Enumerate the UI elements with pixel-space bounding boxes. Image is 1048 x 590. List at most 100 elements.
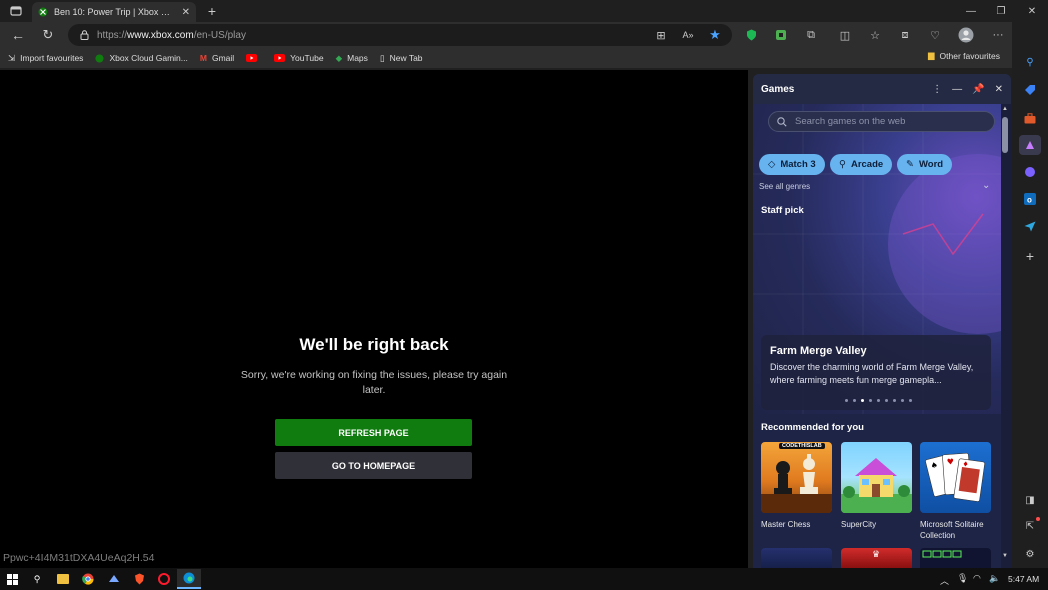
game-name-master-chess[interactable]: Master Chess <box>761 519 839 530</box>
app-available-icon[interactable]: ⊞ <box>650 24 672 46</box>
tray-wifi-icon[interactable]: ◠ <box>973 573 981 584</box>
taskbar-search-icon[interactable]: ⚲ <box>29 571 45 587</box>
extension-shield-icon[interactable] <box>740 24 762 46</box>
playing-cards-icon: ♠ ♥ ♦ <box>925 452 985 502</box>
address-bar[interactable]: https://www.xbox.com/en-US/play <box>68 24 732 46</box>
send-to-device-icon[interactable] <box>1021 217 1039 235</box>
restore-icon[interactable]: ❐ <box>985 0 1017 22</box>
shopping-tag-icon[interactable] <box>1021 81 1039 99</box>
edge-sidebar <box>1012 22 1048 568</box>
extensions-puzzle-icon[interactable]: ⧉ <box>800 24 822 46</box>
fav-youtube[interactable]: YouTube <box>274 53 324 63</box>
see-all-genres-link[interactable]: See all genres <box>759 182 810 191</box>
favourites-bar: ⇲ Import favourites Xbox Cloud Gamin... M… <box>0 48 1012 68</box>
scroll-up-icon[interactable]: ▲ <box>1002 106 1008 112</box>
carousel-dot[interactable] <box>901 399 904 402</box>
sidebar-settings-icon[interactable]: ⚙ <box>1021 545 1039 563</box>
lock-icon <box>80 30 89 40</box>
game-tile-solitaire[interactable]: ♠ ♥ ♦ <box>920 442 991 513</box>
tools-briefcase-icon[interactable] <box>1021 109 1039 127</box>
tab-close-icon[interactable]: ✕ <box>182 7 190 18</box>
file-explorer-icon[interactable] <box>55 571 71 587</box>
copilot-circle-icon[interactable] <box>1021 163 1039 181</box>
profile-avatar-icon[interactable] <box>955 24 977 46</box>
games-panel-title: Games <box>761 83 795 95</box>
refresh-icon[interactable]: ↻ <box>37 24 59 46</box>
favourite-star-icon[interactable]: ★ <box>704 24 726 46</box>
carousel-dot[interactable] <box>861 399 864 402</box>
tray-volume-icon[interactable]: 🔈 <box>989 573 1000 584</box>
outlook-icon[interactable]: o <box>1021 190 1039 208</box>
game-tile-partial[interactable] <box>920 548 991 568</box>
fav-import[interactable]: ⇲ Import favourites <box>8 53 83 64</box>
app-icon[interactable] <box>106 571 122 587</box>
fav-xbox[interactable]: Xbox Cloud Gamin... <box>95 53 188 63</box>
genre-word-chip[interactable]: ✎ Word <box>897 154 953 175</box>
carousel-dot[interactable] <box>845 399 848 402</box>
read-aloud-icon[interactable]: A» <box>677 24 699 46</box>
tray-microphone-icon[interactable]: 🎙 <box>957 573 968 584</box>
tab-actions-icon[interactable] <box>0 0 32 22</box>
browser-essentials-icon[interactable]: ♡ <box>924 24 946 46</box>
windows-start-icon[interactable] <box>4 571 20 587</box>
fav-new-tab[interactable]: ▯ New Tab <box>380 53 423 64</box>
game-tile-partial[interactable] <box>761 548 832 568</box>
hide-sidebar-icon[interactable]: ◨ <box>1021 491 1039 509</box>
split-screen-icon[interactable]: ◫ <box>834 24 856 46</box>
taskbar-clock[interactable]: 5:47 AM <box>1008 574 1039 584</box>
panel-pin-icon[interactable]: 📌 <box>972 84 984 95</box>
genre-match3-chip[interactable]: ◇ Match 3 <box>759 154 825 175</box>
refresh-page-button[interactable]: REFRESH PAGE <box>275 419 472 446</box>
close-window-icon[interactable]: ✕ <box>1016 0 1048 22</box>
game-tile-supercity[interactable] <box>841 442 912 513</box>
brave-icon[interactable] <box>131 571 147 587</box>
carousel-dot[interactable] <box>869 399 872 402</box>
word-icon: ✎ <box>906 159 914 170</box>
fav-gmail[interactable]: M Gmail <box>200 53 234 63</box>
chrome-icon[interactable] <box>80 571 96 587</box>
tab-xbox-cloud-gaming[interactable]: Ben 10: Power Trip | Xbox Cloud Gaming ✕ <box>32 2 196 22</box>
game-name-supercity[interactable]: SuperCity <box>841 519 919 530</box>
codethislab-badge: CODETHISLAB <box>779 443 825 449</box>
carousel-dot[interactable] <box>853 399 856 402</box>
search-icon[interactable]: ⚲ <box>1021 53 1039 71</box>
house-icon <box>841 458 912 513</box>
add-sidebar-app-icon[interactable]: + <box>1021 247 1039 265</box>
new-tab-icon[interactable]: + <box>196 0 228 22</box>
notification-dot <box>1036 517 1040 521</box>
panel-more-icon[interactable]: ⋮ <box>932 84 942 95</box>
back-icon[interactable]: ← <box>7 24 29 46</box>
panel-minimize-icon[interactable]: — <box>952 84 962 95</box>
panel-close-icon[interactable]: ✕ <box>995 84 1003 95</box>
chevron-down-icon[interactable]: ⌄ <box>982 180 990 191</box>
opera-icon[interactable] <box>156 571 172 587</box>
game-tile-partial[interactable]: ♛ <box>841 548 912 568</box>
panel-scrollbar-thumb[interactable] <box>1002 117 1008 153</box>
diamond-icon: ◇ <box>768 159 776 170</box>
taskbar-edge-active[interactable] <box>177 569 201 589</box>
carousel-dots <box>845 399 912 402</box>
game-tile-master-chess[interactable]: CODETHISLAB <box>761 442 832 513</box>
carousel-dot[interactable] <box>893 399 896 402</box>
carousel-dot[interactable] <box>909 399 912 402</box>
games-search-input[interactable]: Search games on the web <box>768 111 995 132</box>
go-to-homepage-button[interactable]: GO TO HOMEPAGE <box>275 452 472 479</box>
maps-icon: ◆ <box>335 52 343 63</box>
games-icon[interactable] <box>1019 135 1041 155</box>
more-options-icon[interactable]: ··· <box>987 24 1009 46</box>
other-favourites[interactable]: ▆ Other favourites <box>928 50 1000 61</box>
panel-scrollbar[interactable] <box>1001 104 1011 568</box>
url-text: https://www.xbox.com/en-US/play <box>97 29 246 41</box>
tray-chevron-up-icon[interactable]: ︿ <box>940 574 949 587</box>
scroll-down-icon[interactable]: ▼ <box>1002 553 1008 559</box>
fav-maps[interactable]: ◆ Maps <box>336 53 368 64</box>
extension-green-icon[interactable] <box>770 24 792 46</box>
minimize-icon[interactable]: — <box>955 0 987 22</box>
carousel-dot[interactable] <box>877 399 880 402</box>
carousel-dot[interactable] <box>885 399 888 402</box>
favourites-list-icon[interactable]: ☆ <box>864 24 886 46</box>
fav-youtube-icon-only[interactable] <box>246 54 262 62</box>
genre-arcade-chip[interactable]: ⚲ Arcade <box>830 154 893 175</box>
game-name-solitaire[interactable]: Microsoft Solitaire Collection <box>920 519 998 541</box>
collections-icon[interactable]: ⧈ <box>894 24 916 46</box>
